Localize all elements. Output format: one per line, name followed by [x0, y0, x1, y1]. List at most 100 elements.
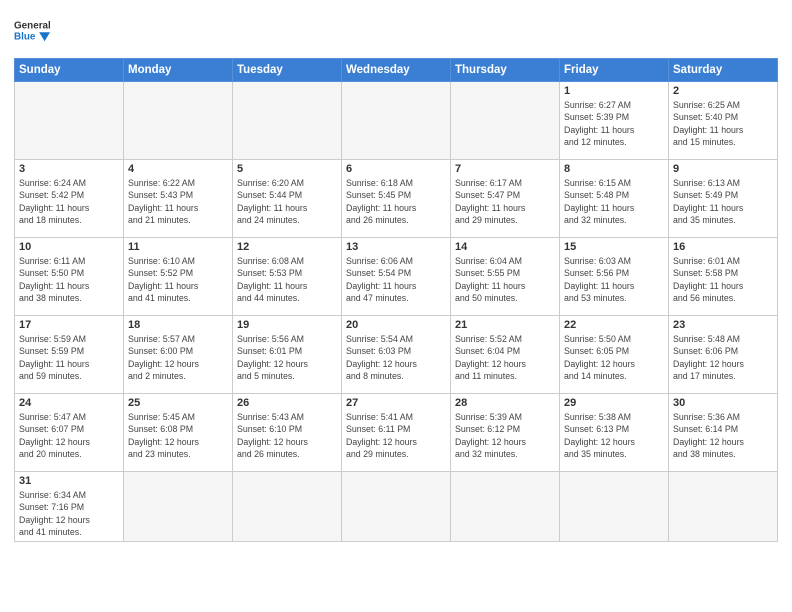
calendar-page: General Blue SundayMondayTuesdayWednesda… — [0, 0, 792, 612]
calendar-cell: 5Sunrise: 6:20 AM Sunset: 5:44 PM Daylig… — [233, 160, 342, 238]
day-info: Sunrise: 6:11 AM Sunset: 5:50 PM Dayligh… — [19, 255, 119, 304]
weekday-header-wednesday: Wednesday — [342, 59, 451, 82]
day-info: Sunrise: 5:41 AM Sunset: 6:11 PM Dayligh… — [346, 411, 446, 460]
day-info: Sunrise: 5:39 AM Sunset: 6:12 PM Dayligh… — [455, 411, 555, 460]
calendar-cell: 4Sunrise: 6:22 AM Sunset: 5:43 PM Daylig… — [124, 160, 233, 238]
weekday-header-saturday: Saturday — [669, 59, 778, 82]
logo: General Blue — [14, 16, 50, 52]
calendar-cell: 16 Sunrise: 6:01 AM Sunset: 5:58 PM Dayli… — [669, 238, 778, 316]
calendar-cell — [342, 82, 451, 160]
calendar-cell: 11 Sunrise: 6:10 AM Sunset: 5:52 PM Dayli… — [124, 238, 233, 316]
day-number: 3 — [19, 163, 119, 175]
calendar-week-row: 31Sunrise: 6:34 AM Sunset: 7:16 PM Dayli… — [15, 472, 778, 542]
calendar-cell: 31Sunrise: 6:34 AM Sunset: 7:16 PM Dayli… — [15, 472, 124, 542]
day-info: Sunrise: 5:43 AM Sunset: 6:10 PM Dayligh… — [237, 411, 337, 460]
day-info: Sunrise: 6:17 AM Sunset: 5:47 PM Dayligh… — [455, 177, 555, 226]
calendar-cell — [15, 82, 124, 160]
calendar-cell: 28 Sunrise: 5:39 AM Sunset: 6:12 PM Dayli… — [451, 394, 560, 472]
calendar-cell: 12 Sunrise: 6:08 AM Sunset: 5:53 PM Dayli… — [233, 238, 342, 316]
day-number: 25 — [128, 397, 228, 409]
day-info: Sunrise: 6:01 AM Sunset: 5:58 PM Dayligh… — [673, 255, 773, 304]
weekday-header-row: SundayMondayTuesdayWednesdayThursdayFrid… — [15, 59, 778, 82]
weekday-header-tuesday: Tuesday — [233, 59, 342, 82]
day-number: 29 — [564, 397, 664, 409]
day-info: Sunrise: 5:52 AM Sunset: 6:04 PM Dayligh… — [455, 333, 555, 382]
day-number: 14 — [455, 241, 555, 253]
calendar-week-row: 17Sunrise: 5:59 AM Sunset: 5:59 PM Dayli… — [15, 316, 778, 394]
day-info: Sunrise: 6:18 AM Sunset: 5:45 PM Dayligh… — [346, 177, 446, 226]
calendar-cell — [451, 82, 560, 160]
calendar-cell: 3Sunrise: 6:24 AM Sunset: 5:42 PM Daylig… — [15, 160, 124, 238]
day-info: Sunrise: 6:15 AM Sunset: 5:48 PM Dayligh… — [564, 177, 664, 226]
day-info: Sunrise: 6:22 AM Sunset: 5:43 PM Dayligh… — [128, 177, 228, 226]
calendar-cell: 29Sunrise: 5:38 AM Sunset: 6:13 PM Dayli… — [560, 394, 669, 472]
calendar-cell: 21 Sunrise: 5:52 AM Sunset: 6:04 PM Dayli… — [451, 316, 560, 394]
day-number: 31 — [19, 475, 119, 487]
day-info: Sunrise: 6:03 AM Sunset: 5:56 PM Dayligh… — [564, 255, 664, 304]
calendar-cell: 13 Sunrise: 6:06 AM Sunset: 5:54 PM Dayli… — [342, 238, 451, 316]
svg-text:General: General — [14, 21, 50, 32]
calendar-cell: 23Sunrise: 5:48 AM Sunset: 6:06 PM Dayli… — [669, 316, 778, 394]
day-number: 21 — [455, 319, 555, 331]
calendar-cell: 14 Sunrise: 6:04 AM Sunset: 5:55 PM Dayli… — [451, 238, 560, 316]
day-info: Sunrise: 5:48 AM Sunset: 6:06 PM Dayligh… — [673, 333, 773, 382]
calendar-cell: 24 Sunrise: 5:47 AM Sunset: 6:07 PM Dayli… — [15, 394, 124, 472]
day-number: 30 — [673, 397, 773, 409]
calendar-cell: 8Sunrise: 6:15 AM Sunset: 5:48 PM Daylig… — [560, 160, 669, 238]
svg-text:Blue: Blue — [14, 31, 36, 42]
day-number: 15 — [564, 241, 664, 253]
day-number: 24 — [19, 397, 119, 409]
day-number: 13 — [346, 241, 446, 253]
calendar-cell: 30 Sunrise: 5:36 AM Sunset: 6:14 PM Dayli… — [669, 394, 778, 472]
calendar-week-row: 10 Sunrise: 6:11 AM Sunset: 5:50 PM Dayli… — [15, 238, 778, 316]
day-info: Sunrise: 5:50 AM Sunset: 6:05 PM Dayligh… — [564, 333, 664, 382]
weekday-header-friday: Friday — [560, 59, 669, 82]
calendar-cell — [233, 82, 342, 160]
day-number: 16 — [673, 241, 773, 253]
day-info: Sunrise: 6:06 AM Sunset: 5:54 PM Dayligh… — [346, 255, 446, 304]
day-number: 27 — [346, 397, 446, 409]
day-number: 11 — [128, 241, 228, 253]
calendar-cell: 18Sunrise: 5:57 AM Sunset: 6:00 PM Dayli… — [124, 316, 233, 394]
calendar-table: SundayMondayTuesdayWednesdayThursdayFrid… — [14, 58, 778, 542]
header: General Blue — [14, 10, 778, 52]
calendar-cell — [669, 472, 778, 542]
day-number: 28 — [455, 397, 555, 409]
day-number: 2 — [673, 85, 773, 97]
day-number: 9 — [673, 163, 773, 175]
calendar-cell — [124, 472, 233, 542]
day-info: Sunrise: 6:04 AM Sunset: 5:55 PM Dayligh… — [455, 255, 555, 304]
calendar-week-row: 3Sunrise: 6:24 AM Sunset: 5:42 PM Daylig… — [15, 160, 778, 238]
day-info: Sunrise: 6:25 AM Sunset: 5:40 PM Dayligh… — [673, 99, 773, 148]
calendar-cell — [451, 472, 560, 542]
calendar-week-row: 1Sunrise: 6:27 AM Sunset: 5:39 PM Daylig… — [15, 82, 778, 160]
day-number: 17 — [19, 319, 119, 331]
day-info: Sunrise: 6:13 AM Sunset: 5:49 PM Dayligh… — [673, 177, 773, 226]
day-number: 20 — [346, 319, 446, 331]
calendar-cell: 25 Sunrise: 5:45 AM Sunset: 6:08 PM Dayli… — [124, 394, 233, 472]
calendar-cell: 9 Sunrise: 6:13 AM Sunset: 5:49 PM Daylig… — [669, 160, 778, 238]
day-info: Sunrise: 6:08 AM Sunset: 5:53 PM Dayligh… — [237, 255, 337, 304]
day-number: 26 — [237, 397, 337, 409]
calendar-cell: 19Sunrise: 5:56 AM Sunset: 6:01 PM Dayli… — [233, 316, 342, 394]
day-number: 10 — [19, 241, 119, 253]
day-info: Sunrise: 5:57 AM Sunset: 6:00 PM Dayligh… — [128, 333, 228, 382]
calendar-cell: 6Sunrise: 6:18 AM Sunset: 5:45 PM Daylig… — [342, 160, 451, 238]
day-number: 5 — [237, 163, 337, 175]
weekday-header-sunday: Sunday — [15, 59, 124, 82]
calendar-cell — [124, 82, 233, 160]
weekday-header-monday: Monday — [124, 59, 233, 82]
generalblue-logo-icon: General Blue — [14, 16, 50, 52]
calendar-cell: 27 Sunrise: 5:41 AM Sunset: 6:11 PM Dayli… — [342, 394, 451, 472]
day-info: Sunrise: 5:45 AM Sunset: 6:08 PM Dayligh… — [128, 411, 228, 460]
calendar-cell: 7Sunrise: 6:17 AM Sunset: 5:47 PM Daylig… — [451, 160, 560, 238]
day-info: Sunrise: 6:10 AM Sunset: 5:52 PM Dayligh… — [128, 255, 228, 304]
day-number: 12 — [237, 241, 337, 253]
day-info: Sunrise: 6:27 AM Sunset: 5:39 PM Dayligh… — [564, 99, 664, 148]
day-info: Sunrise: 5:36 AM Sunset: 6:14 PM Dayligh… — [673, 411, 773, 460]
calendar-week-row: 24 Sunrise: 5:47 AM Sunset: 6:07 PM Dayli… — [15, 394, 778, 472]
calendar-cell: 20Sunrise: 5:54 AM Sunset: 6:03 PM Dayli… — [342, 316, 451, 394]
day-info: Sunrise: 5:47 AM Sunset: 6:07 PM Dayligh… — [19, 411, 119, 460]
day-number: 22 — [564, 319, 664, 331]
day-number: 19 — [237, 319, 337, 331]
